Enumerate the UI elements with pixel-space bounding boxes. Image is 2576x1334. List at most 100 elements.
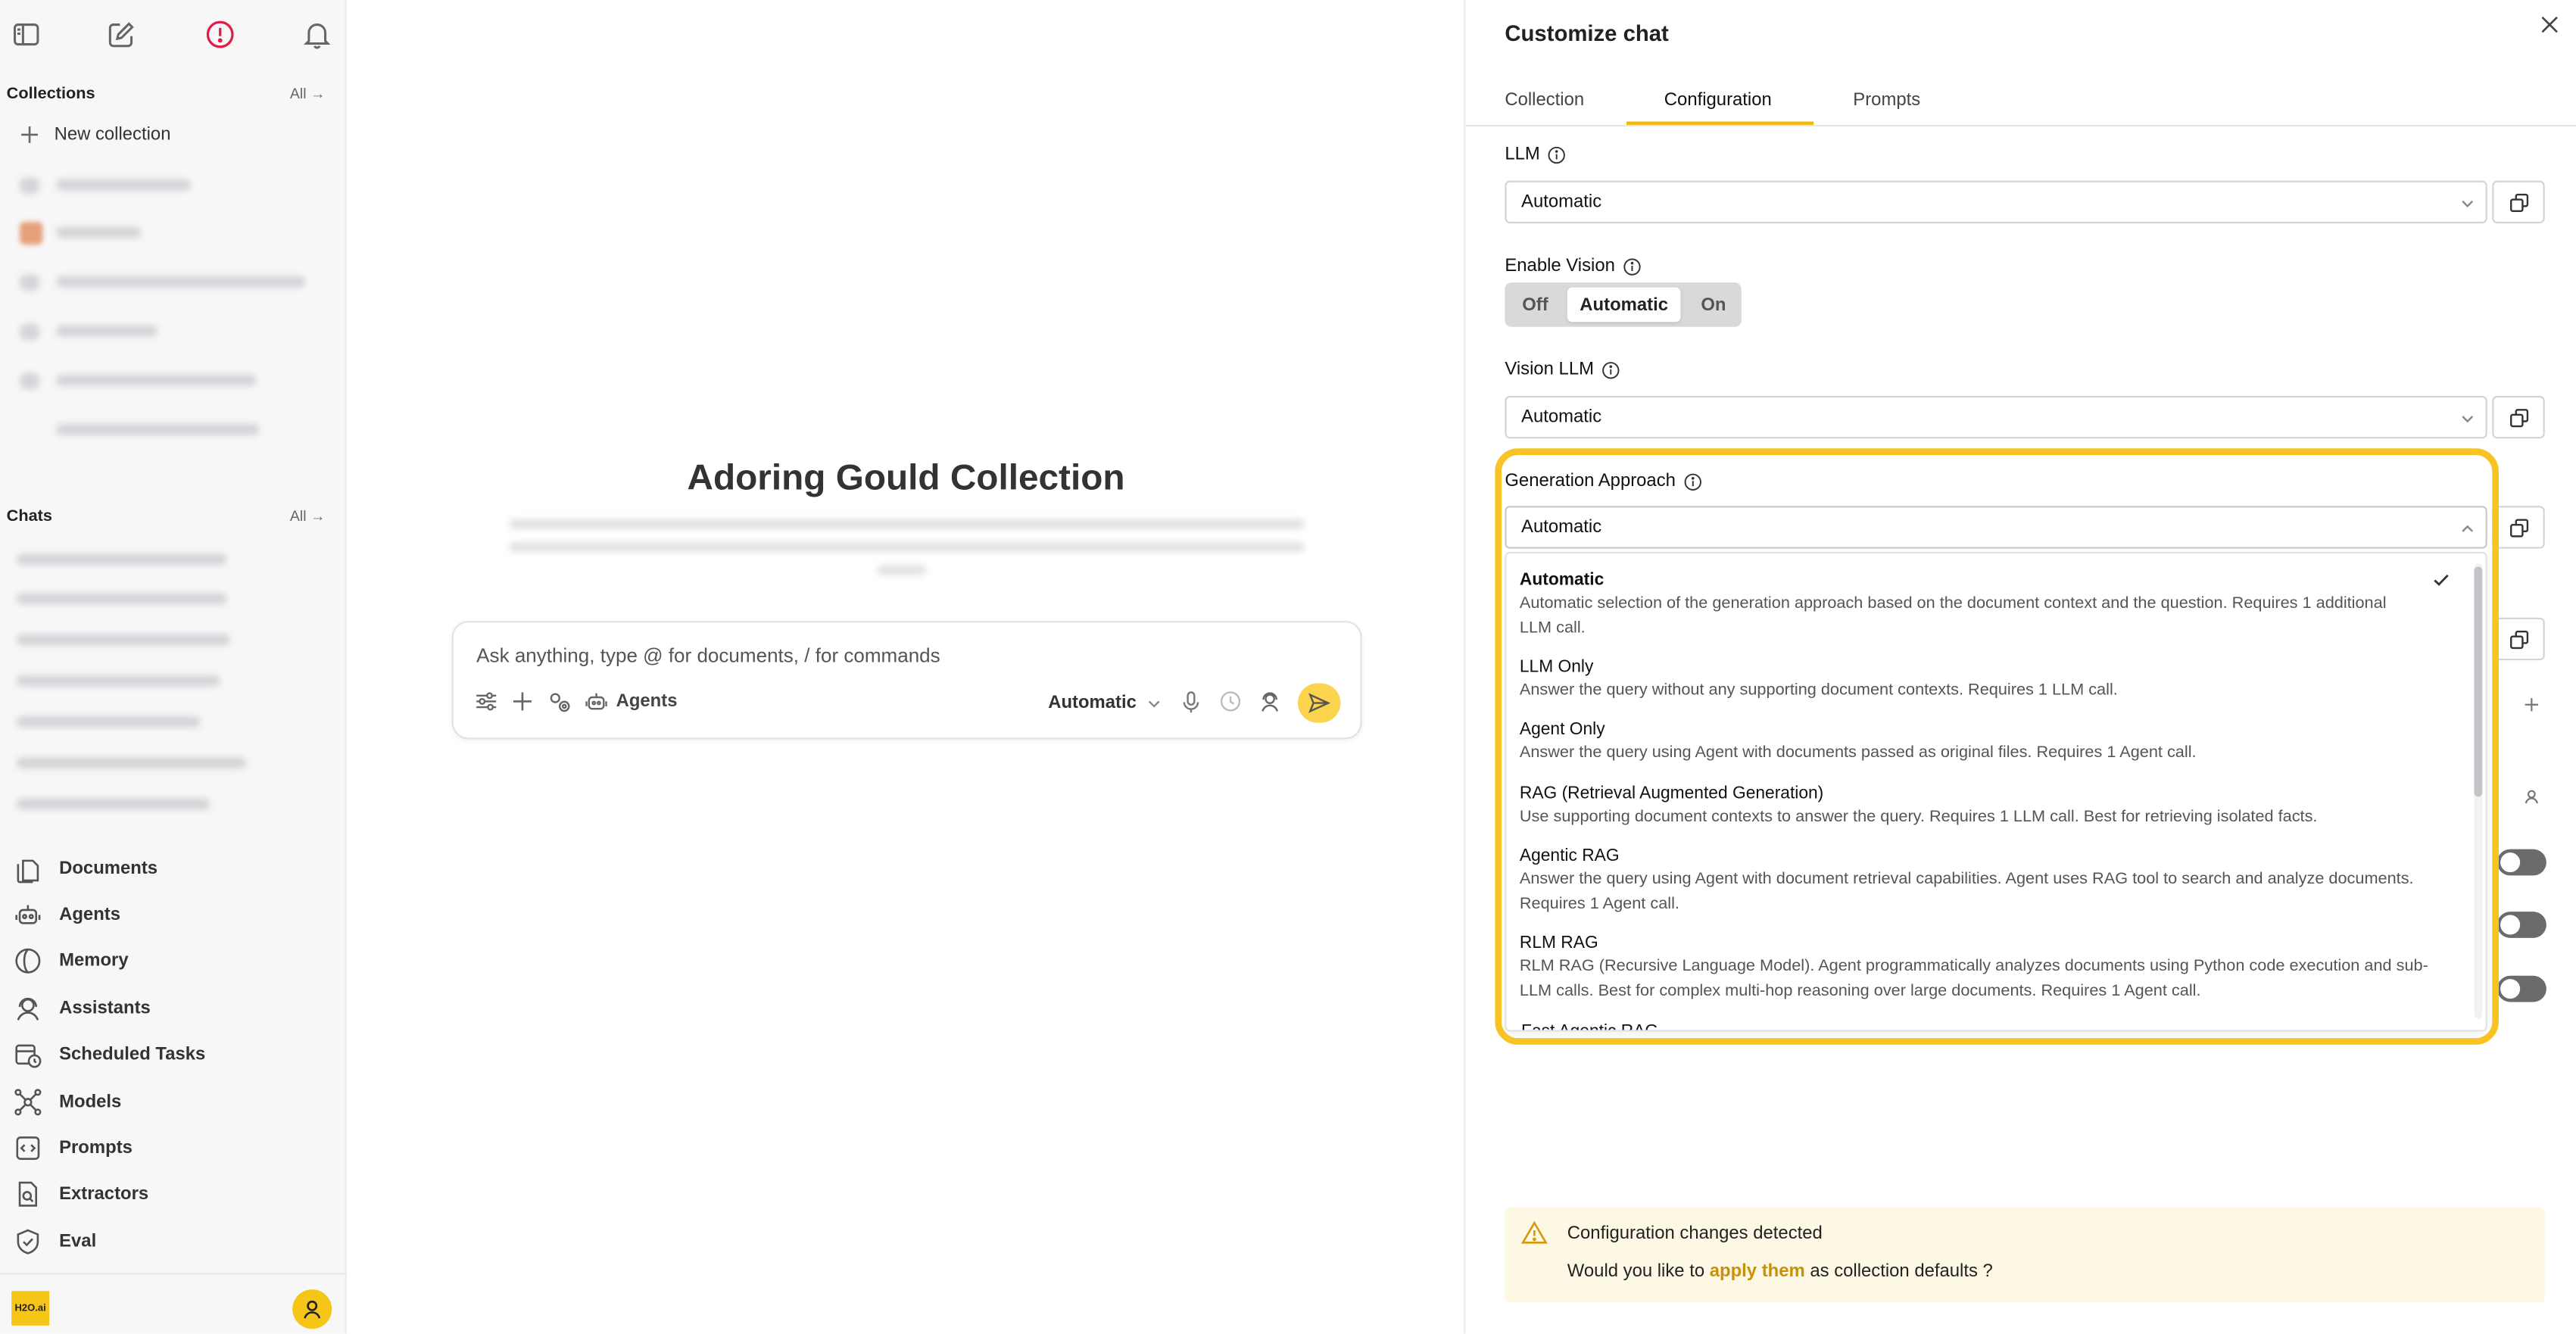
agents-icon <box>15 905 41 924</box>
option-automatic[interactable]: Automatic Automatic selection of the gen… <box>1520 569 2407 641</box>
info-icon[interactable] <box>1684 472 1702 491</box>
collection-item-icon[interactable] <box>20 372 40 390</box>
send-icon <box>1308 693 1331 713</box>
collection-item-icon[interactable] <box>20 274 40 291</box>
option-description: Use supporting document contexts to answ… <box>1519 808 2318 827</box>
nav-scheduled-tasks[interactable]: Scheduled Tasks <box>13 1036 325 1073</box>
collection-item-icon[interactable] <box>20 323 40 341</box>
llm-select[interactable]: Automatic <box>1505 180 2487 224</box>
attach-plus-icon[interactable] <box>511 690 534 712</box>
vision-segmented-control: Off Automatic On <box>1505 282 1742 327</box>
vision-on-option[interactable]: On <box>1686 282 1742 327</box>
option-agentic-rag[interactable]: Agentic RAG Answer the query using Agent… <box>1520 844 2415 916</box>
collection-item[interactable] <box>55 226 142 238</box>
nav-extractors[interactable]: Extractors <box>13 1176 325 1212</box>
collection-item[interactable] <box>55 179 191 191</box>
llm-label-text: LLM <box>1505 144 1540 164</box>
microphone-icon[interactable] <box>1180 690 1202 715</box>
option-llm-only[interactable]: LLM Only Answer the query without any su… <box>1520 656 2440 703</box>
new-collection-button[interactable]: New collection <box>20 125 170 145</box>
generation-approach-select-value: Automatic <box>1521 517 1602 538</box>
option-title: RLM RAG <box>1519 933 1598 953</box>
clock-icon[interactable] <box>1219 690 1242 712</box>
chat-input-box[interactable]: Ask anything, type @ for documents, / fo… <box>451 621 1362 740</box>
vision-automatic-option[interactable]: Automatic <box>1567 287 1681 323</box>
nav-agents[interactable]: Agents <box>13 897 325 933</box>
llm-select-value: Automatic <box>1521 192 1602 212</box>
user-icon <box>304 1300 321 1319</box>
tools-gear-icon[interactable] <box>547 690 572 715</box>
dropdown-scrollbar-thumb[interactable] <box>2474 566 2483 797</box>
tabs-divider <box>1465 124 2576 127</box>
close-icon[interactable] <box>2540 15 2559 35</box>
agent-robot-icon[interactable] <box>585 690 607 712</box>
vision-off-option[interactable]: Off <box>1505 282 1565 327</box>
toggle-switch[interactable] <box>2496 975 2546 1002</box>
generation-approach-copy-button[interactable] <box>2492 506 2545 549</box>
info-icon[interactable] <box>1623 257 1642 276</box>
nav-memory[interactable]: Memory <box>13 943 325 979</box>
chat-item[interactable] <box>16 715 201 728</box>
nav-models[interactable]: Models <box>13 1084 325 1120</box>
alert-icon[interactable] <box>204 18 236 51</box>
chat-item[interactable] <box>16 634 230 646</box>
option-partial[interactable]: Fast Agentic RAG <box>1521 1021 1658 1030</box>
assistant-icon[interactable] <box>1258 690 1281 712</box>
collection-item-avatar[interactable] <box>20 221 43 245</box>
chat-item[interactable] <box>16 553 227 566</box>
apply-defaults-link[interactable]: apply them <box>1710 1261 1805 1281</box>
model-select[interactable]: Automatic <box>1048 693 1161 713</box>
notifications-bell-icon[interactable] <box>301 18 333 51</box>
chat-input[interactable]: Ask anything, type @ for documents, / fo… <box>476 644 940 666</box>
generation-approach-select[interactable]: Automatic <box>1505 506 2487 549</box>
nav-eval[interactable]: Eval <box>13 1223 325 1260</box>
collection-description <box>509 541 1305 552</box>
collection-item[interactable] <box>55 325 158 337</box>
person-icon[interactable] <box>2524 788 2540 805</box>
collection-item[interactable] <box>55 276 306 288</box>
vision-llm-select[interactable]: Automatic <box>1505 395 2487 439</box>
option-title: LLM Only <box>1519 656 1594 677</box>
panel-title: Customize chat <box>1505 21 1669 46</box>
info-icon[interactable] <box>1548 145 1567 164</box>
new-chat-icon[interactable] <box>105 18 138 51</box>
user-avatar[interactable] <box>292 1289 332 1329</box>
collection-item[interactable] <box>55 423 260 435</box>
checkmark-icon <box>2434 574 2449 586</box>
collection-item[interactable] <box>55 374 257 386</box>
chevron-up-icon <box>2462 525 2474 532</box>
option-agent-only[interactable]: Agent Only Answer the query using Agent … <box>1520 718 2440 765</box>
nav-assistants[interactable]: Assistants <box>13 990 325 1027</box>
send-button[interactable] <box>1297 683 1341 723</box>
llm-copy-button[interactable] <box>2492 180 2545 224</box>
option-rag[interactable]: RAG (Retrieval Augmented Generation) Use… <box>1520 782 2440 830</box>
vision-llm-copy-button[interactable] <box>2492 395 2545 439</box>
enable-vision-label-text: Enable Vision <box>1505 256 1615 276</box>
collections-all-link[interactable]: All → <box>290 86 326 102</box>
chat-item[interactable] <box>16 798 211 810</box>
tab-collection[interactable]: Collection <box>1505 90 1584 110</box>
chat-item[interactable] <box>16 593 227 605</box>
chat-item[interactable] <box>16 675 220 687</box>
copy-button[interactable] <box>2492 617 2545 661</box>
add-icon[interactable] <box>2524 697 2540 713</box>
option-description: Answer the query using Agent with docume… <box>1519 743 2197 762</box>
option-title: Agentic RAG <box>1519 846 1620 866</box>
info-icon[interactable] <box>1602 360 1620 379</box>
nav-prompts[interactable]: Prompts <box>13 1130 325 1167</box>
toggle-switch[interactable] <box>2496 849 2546 876</box>
chat-item[interactable] <box>16 757 247 769</box>
nav-documents[interactable]: Documents <box>13 851 325 887</box>
tab-prompts[interactable]: Prompts <box>1853 90 1920 110</box>
generation-approach-label: Generation Approach <box>1505 472 1701 491</box>
settings-sliders-icon[interactable] <box>475 690 497 712</box>
chat-main: Adoring Gould Collection Ask anything, t… <box>348 0 1464 1334</box>
toggle-switch[interactable] <box>2496 912 2546 938</box>
chats-all-link[interactable]: All → <box>290 507 326 524</box>
tab-configuration[interactable]: Configuration <box>1664 90 1772 110</box>
collection-item-icon[interactable] <box>20 177 40 195</box>
sidebar-toggle-icon[interactable] <box>10 18 42 51</box>
option-rlm-rag[interactable]: RLM RAG RLM RAG (Recursive Language Mode… <box>1520 931 2431 1003</box>
nav-label: Prompts <box>59 1138 133 1158</box>
agents-toggle-label[interactable]: Agents <box>616 691 678 711</box>
